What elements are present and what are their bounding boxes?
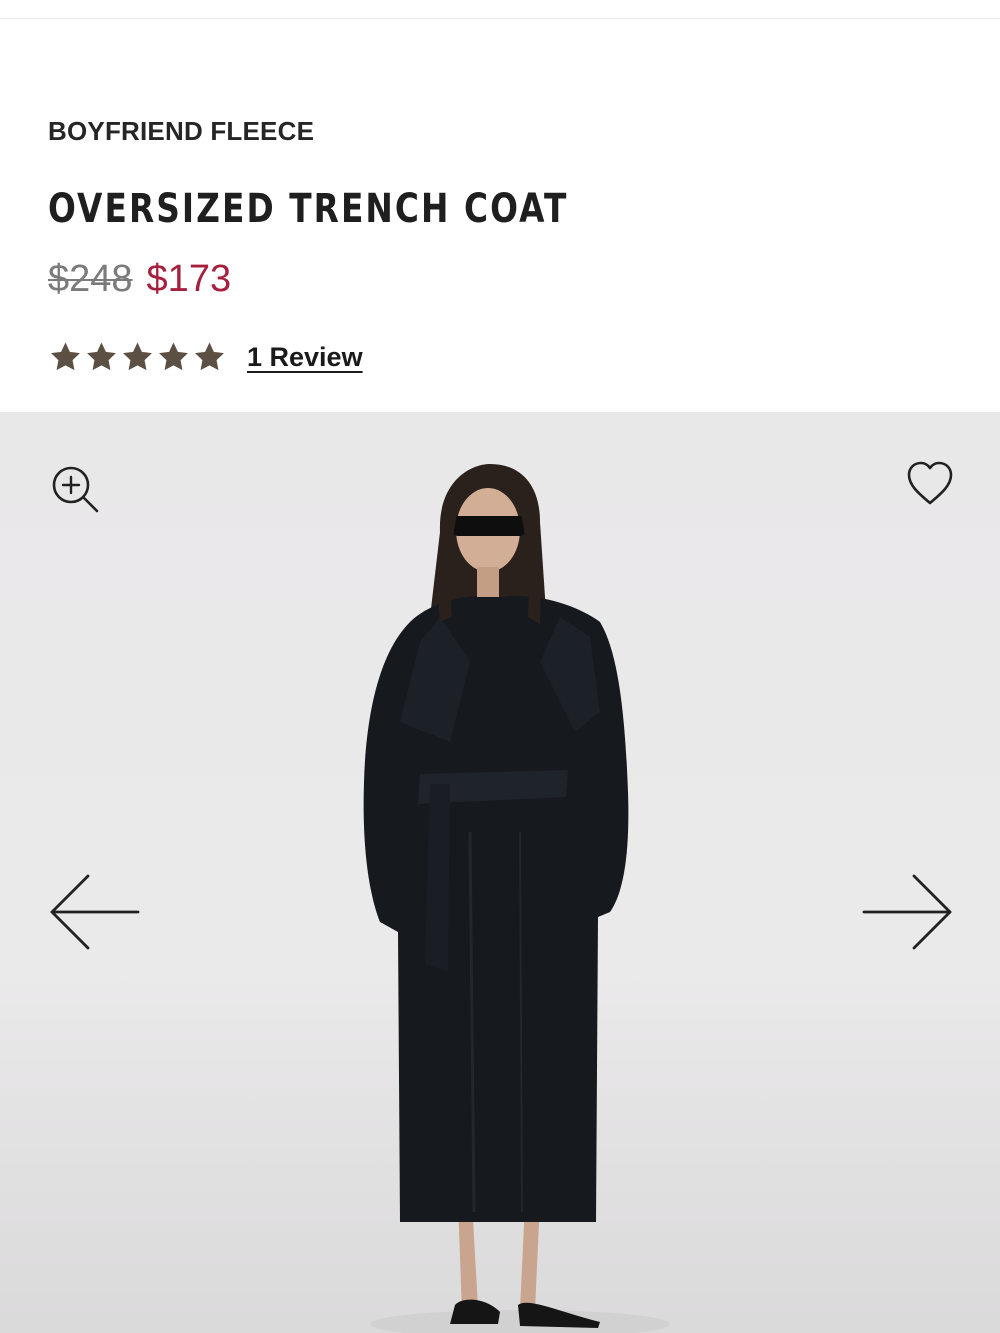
- product-brand[interactable]: BOYFRIEND FLEECE: [48, 116, 314, 147]
- price-row: $248 $173: [48, 258, 231, 301]
- arrow-right-icon[interactable]: [860, 872, 956, 952]
- original-price: $248: [48, 258, 133, 300]
- header-divider: [0, 18, 1000, 19]
- zoom-in-icon[interactable]: [50, 464, 102, 516]
- reviews-link[interactable]: 1 Review: [247, 342, 363, 373]
- star-icon: [48, 340, 83, 374]
- star-icon: [192, 340, 227, 374]
- star-icon: [84, 340, 119, 374]
- product-image-gallery[interactable]: [0, 412, 1000, 1333]
- heart-icon[interactable]: [904, 458, 956, 510]
- star-rating[interactable]: [48, 340, 227, 374]
- star-icon: [156, 340, 191, 374]
- product-page: BOYFRIEND FLEECE OVERSIZED TRENCH COAT $…: [0, 0, 1000, 1333]
- sale-price: $173: [146, 258, 232, 300]
- rating-row: 1 Review: [48, 340, 363, 374]
- star-icon: [120, 340, 155, 374]
- product-photo: [363, 464, 670, 1333]
- product-title: OVERSIZED TRENCH COAT: [48, 186, 569, 232]
- arrow-left-icon[interactable]: [46, 872, 142, 952]
